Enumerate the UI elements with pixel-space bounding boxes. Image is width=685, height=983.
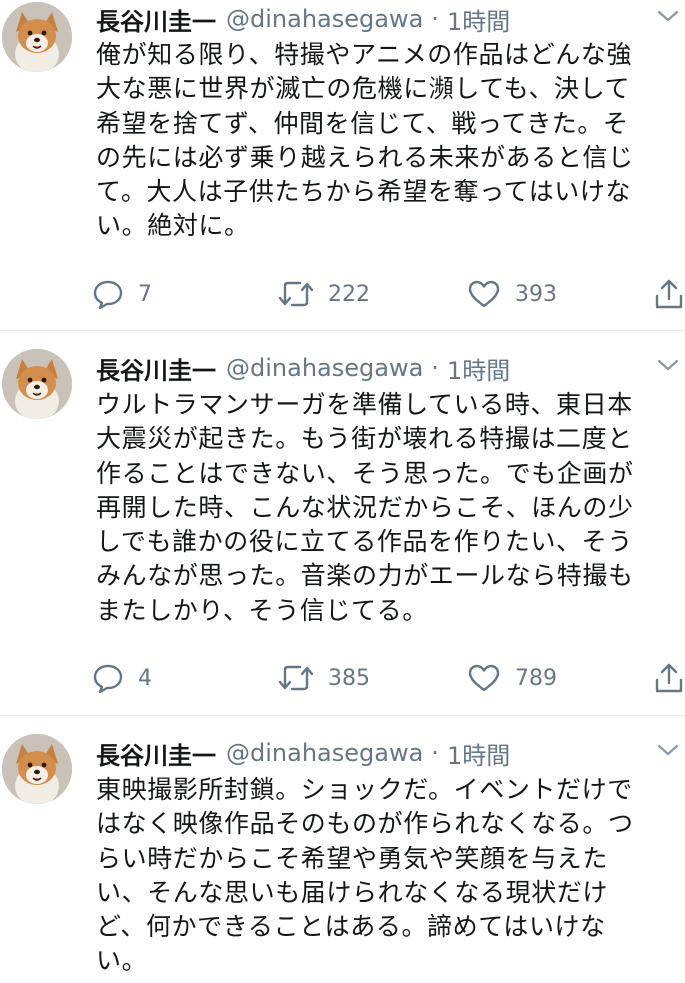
share-button[interactable] [654, 277, 684, 311]
retweet-count: 222 [328, 281, 370, 307]
avatar[interactable] [2, 349, 72, 419]
reply-button[interactable]: 7 [92, 277, 152, 311]
author-handle[interactable]: @dinahasegawa [226, 739, 423, 767]
tweet-text: ウルトラマンサーガを準備している時、東日本 大震災が起きた。もう街が壊れる特撮は… [96, 390, 634, 625]
chevron-down-icon[interactable] [655, 740, 681, 760]
tweet-actions: 4 385 789 [92, 661, 685, 695]
author-name[interactable]: 長谷川圭一 [96, 736, 216, 771]
share-icon [655, 663, 683, 693]
retweet-count: 385 [328, 665, 370, 691]
retweet-button[interactable]: 222 [278, 277, 370, 311]
retweet-button[interactable]: 385 [278, 661, 370, 695]
tweet[interactable]: 長谷川圭一 @dinahasegawa · 1時間 俺が知る限り、特撮やアニメの… [0, 0, 685, 331]
chevron-down-icon[interactable] [655, 355, 681, 375]
reply-count: 4 [138, 665, 152, 691]
separator-dot: · [431, 739, 439, 767]
author-handle[interactable]: @dinahasegawa [226, 354, 423, 382]
share-button[interactable] [654, 661, 684, 695]
reply-button[interactable]: 4 [92, 661, 152, 695]
reply-icon [93, 280, 123, 309]
tweet-header: 長谷川圭一 @dinahasegawa · 1時間 [96, 349, 685, 387]
share-icon [655, 279, 683, 309]
timestamp[interactable]: 1時間 [447, 736, 510, 771]
tweet[interactable]: 長谷川圭一 @dinahasegawa · 1時間 東映撮影所封鎖。ショックだ。… [0, 716, 685, 983]
tweet-text: 東映撮影所封鎖。ショックだ。イベントだけで はなく映像作品そのものが作られなくな… [96, 775, 634, 976]
avatar[interactable] [2, 2, 72, 72]
author-handle[interactable]: @dinahasegawa [226, 5, 423, 33]
heart-icon [468, 280, 500, 308]
timestamp[interactable]: 1時間 [447, 2, 510, 37]
heart-icon [468, 664, 500, 692]
chevron-down-icon[interactable] [655, 6, 681, 26]
avatar[interactable] [2, 734, 72, 804]
tweet-text: 俺が知る限り、特撮やアニメの作品はどんな強 大な悪に世界が滅亡の危機に瀕しても、… [96, 40, 634, 241]
like-button[interactable]: 789 [467, 661, 557, 695]
tweet-header: 長谷川圭一 @dinahasegawa · 1時間 [96, 0, 685, 38]
author-name[interactable]: 長谷川圭一 [96, 2, 216, 37]
like-count: 393 [515, 281, 557, 307]
separator-dot: · [431, 354, 439, 382]
retweet-icon [278, 665, 314, 691]
tweet-actions: 7 222 393 [92, 277, 685, 311]
retweet-icon [278, 281, 314, 307]
separator-dot: · [431, 5, 439, 33]
like-button[interactable]: 393 [467, 277, 557, 311]
tweet-header: 長谷川圭一 @dinahasegawa · 1時間 [96, 734, 685, 772]
reply-count: 7 [138, 281, 152, 307]
author-name[interactable]: 長谷川圭一 [96, 351, 216, 386]
timestamp[interactable]: 1時間 [447, 351, 510, 386]
like-count: 789 [515, 665, 557, 691]
reply-icon [93, 664, 123, 693]
tweet[interactable]: 長谷川圭一 @dinahasegawa · 1時間 ウルトラマンサーガを準備して… [0, 331, 685, 716]
timeline: 長谷川圭一 @dinahasegawa · 1時間 俺が知る限り、特撮やアニメの… [0, 0, 685, 983]
